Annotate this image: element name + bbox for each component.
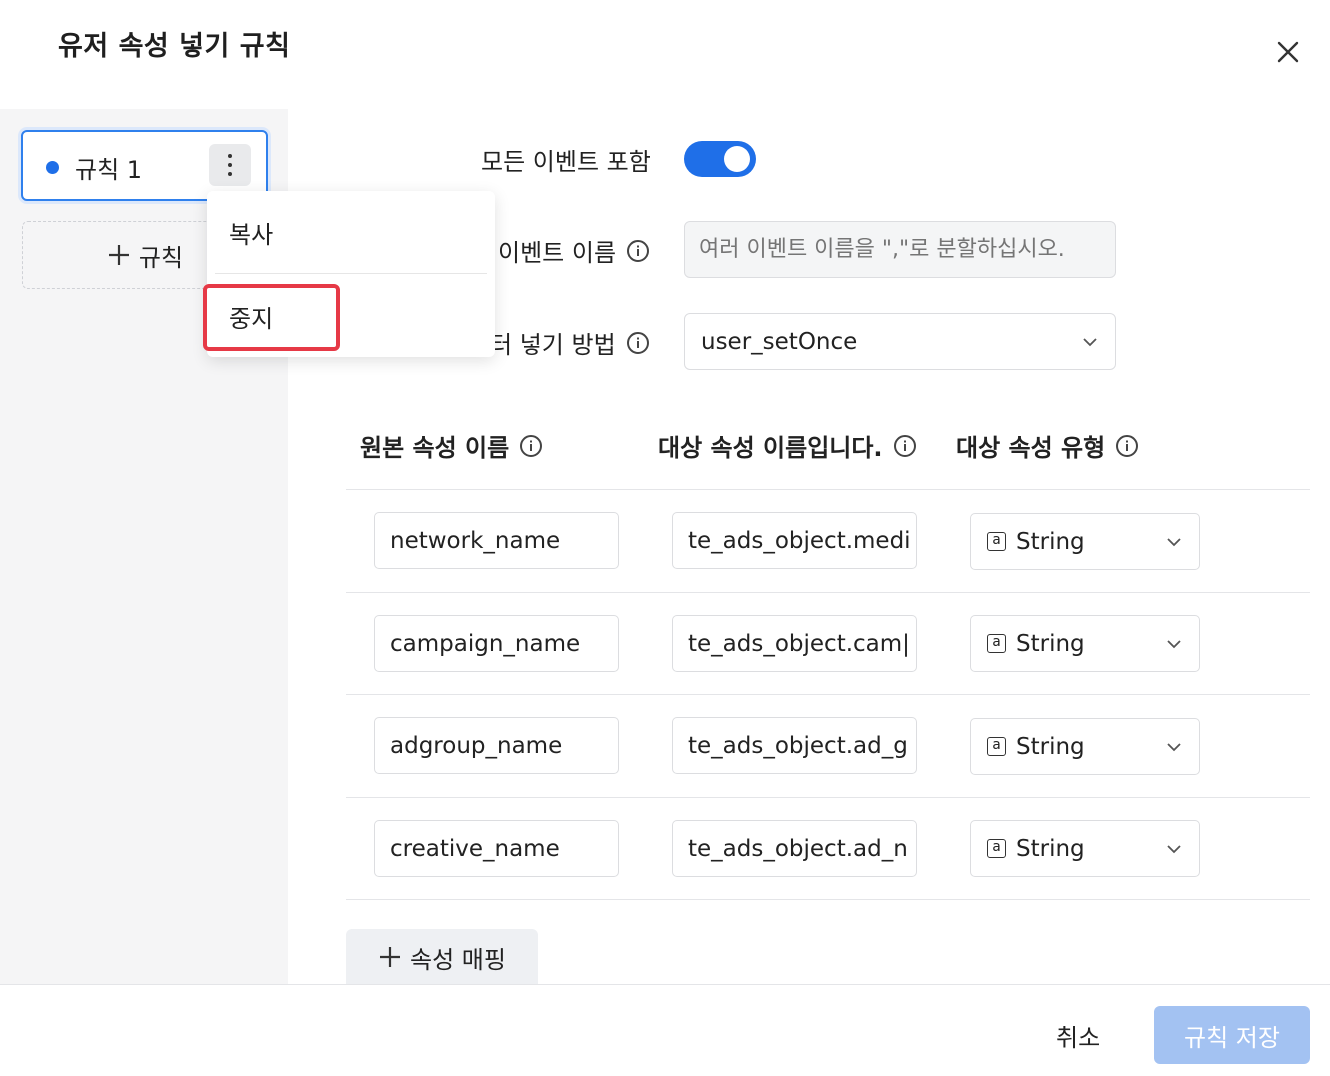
source-property-input[interactable]: campaign_name <box>374 615 619 672</box>
info-icon[interactable] <box>519 434 543 458</box>
column-header-type-text: 대상 속성 유형 <box>956 434 1106 462</box>
rule-label: 규칙 1 <box>75 156 143 184</box>
property-type-select[interactable]: a String <box>970 820 1200 877</box>
column-header-target-text: 대상 속성 이름입니다. <box>658 434 883 462</box>
plus-icon <box>108 245 129 265</box>
property-type-value: String <box>1016 630 1085 657</box>
chevron-down-icon <box>1167 537 1181 546</box>
event-name-text: 이벤트 이름 <box>498 239 617 267</box>
column-header-source: 원본 속성 이름 <box>360 428 543 463</box>
add-mapping-label: 속성 매핑 <box>410 945 506 974</box>
include-all-events-text: 모든 이벤트 포함 <box>481 148 651 176</box>
property-type-value: String <box>1016 835 1085 862</box>
property-type-select[interactable]: a String <box>970 718 1200 775</box>
info-icon[interactable] <box>1115 434 1139 458</box>
close-icon <box>1277 41 1299 63</box>
include-all-events-toggle[interactable] <box>684 141 756 177</box>
table-divider <box>346 592 1310 593</box>
string-type-icon: a <box>987 737 1006 756</box>
property-type-select[interactable]: a String <box>970 615 1200 672</box>
chevron-down-icon <box>1167 742 1181 751</box>
add-rule-label: 규칙 <box>138 243 184 272</box>
table-divider <box>346 489 1310 490</box>
column-header-target: 대상 속성 이름입니다. <box>658 428 917 463</box>
event-name-input[interactable] <box>684 221 1116 278</box>
add-mapping-button[interactable]: 속성 매핑 <box>346 929 538 985</box>
user-property-rule-dialog: 유저 속성 넣기 규칙 규칙 1 규칙 모든 이벤트 포함 이벤트 이름 터 넣… <box>0 0 1330 1076</box>
rule-context-menu: 복사 중지 <box>207 191 495 357</box>
menu-divider <box>215 273 487 274</box>
chevron-down-icon <box>1083 337 1097 346</box>
column-header-source-text: 원본 속성 이름 <box>360 434 510 462</box>
info-icon[interactable] <box>626 239 650 263</box>
cancel-button[interactable]: 취소 <box>1040 1016 1116 1055</box>
close-button[interactable] <box>1268 32 1308 72</box>
source-property-input[interactable]: adgroup_name <box>374 717 619 774</box>
method-text: 터 넣기 방법 <box>490 331 616 359</box>
kebab-dot-icon <box>228 172 232 176</box>
property-type-select[interactable]: a String <box>970 513 1200 570</box>
string-type-icon: a <box>987 839 1006 858</box>
source-property-input[interactable]: network_name <box>374 512 619 569</box>
string-type-icon: a <box>987 532 1006 551</box>
include-all-events-label: 모든 이벤트 포함 <box>481 142 651 177</box>
table-divider <box>346 899 1310 900</box>
menu-item-copy[interactable]: 복사 <box>229 215 273 250</box>
chevron-down-icon <box>1167 844 1181 853</box>
column-header-type: 대상 속성 유형 <box>956 428 1139 463</box>
save-rule-button[interactable]: 규칙 저장 <box>1154 1006 1310 1064</box>
rule-status-dot <box>46 161 59 174</box>
kebab-dot-icon <box>228 154 232 158</box>
method-label: 터 넣기 방법 <box>490 325 650 360</box>
table-divider <box>346 797 1310 798</box>
dialog-footer <box>0 984 1330 1076</box>
target-property-input[interactable]: te_ads_object.medi <box>672 512 917 569</box>
more-options-button[interactable] <box>209 144 251 186</box>
table-divider <box>346 694 1310 695</box>
menu-item-stop[interactable]: 중지 <box>229 299 273 334</box>
plus-icon <box>380 947 401 967</box>
method-value: user_setOnce <box>701 328 858 355</box>
string-type-icon: a <box>987 634 1006 653</box>
target-property-input[interactable]: te_ads_object.cam| <box>672 615 917 672</box>
toggle-knob <box>724 146 750 172</box>
method-select[interactable]: user_setOnce <box>684 313 1116 370</box>
target-property-input[interactable]: te_ads_object.ad_n <box>672 820 917 877</box>
property-type-value: String <box>1016 528 1085 555</box>
property-type-value: String <box>1016 733 1085 760</box>
info-icon[interactable] <box>626 331 650 355</box>
chevron-down-icon <box>1167 639 1181 648</box>
target-property-input[interactable]: te_ads_object.ad_g <box>672 717 917 774</box>
kebab-dot-icon <box>228 163 232 167</box>
event-name-label: 이벤트 이름 <box>498 233 650 268</box>
source-property-input[interactable]: creative_name <box>374 820 619 877</box>
info-icon[interactable] <box>893 434 917 458</box>
dialog-title: 유저 속성 넣기 규칙 <box>58 31 291 62</box>
